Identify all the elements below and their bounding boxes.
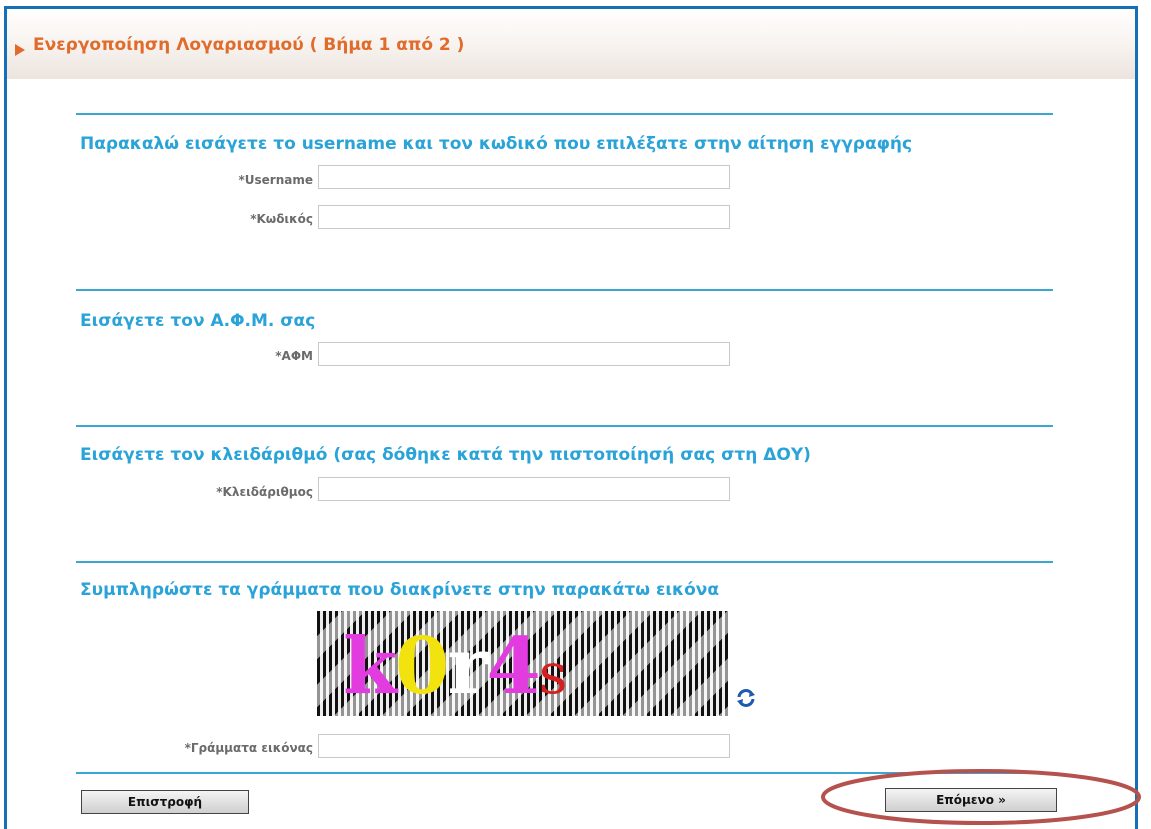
captcha-char: k bbox=[343, 621, 397, 712]
captcha-char: r bbox=[447, 621, 488, 712]
password-label: *Κωδικός bbox=[250, 212, 313, 226]
back-button[interactable]: Επιστροφή bbox=[81, 790, 249, 814]
key-section-title: Εισάγετε τον κλειδάριθμό (σας δόθηκε κατ… bbox=[80, 445, 811, 465]
section-divider bbox=[76, 289, 1053, 291]
play-arrow-icon bbox=[15, 44, 25, 56]
section-divider bbox=[76, 113, 1053, 115]
password-input[interactable] bbox=[318, 205, 730, 229]
page-title: Ενεργοποίηση Λογαριασμού ( Βήμα 1 από 2 … bbox=[33, 35, 465, 55]
key-label: *Κλειδάριθμος bbox=[216, 485, 313, 499]
afm-section-title: Εισάγετε τον Α.Φ.Μ. σας bbox=[80, 311, 316, 331]
section-divider bbox=[76, 425, 1053, 427]
credentials-section-title: Παρακαλώ εισάγετε το username και τον κω… bbox=[80, 134, 913, 154]
captcha-char: s bbox=[538, 642, 568, 707]
username-label: *Username bbox=[238, 173, 313, 187]
captcha-image: k0r4s bbox=[317, 611, 728, 716]
captcha-input-label: *Γράμματα εικόνας bbox=[184, 741, 313, 755]
captcha-text: k0r4s bbox=[343, 621, 568, 712]
username-input[interactable] bbox=[318, 165, 730, 189]
key-input[interactable] bbox=[318, 477, 730, 501]
captcha-char: 0 bbox=[395, 621, 449, 712]
afm-input[interactable] bbox=[318, 342, 730, 366]
captcha-input[interactable] bbox=[318, 734, 730, 758]
section-divider bbox=[76, 561, 1053, 563]
afm-label: *ΑΦΜ bbox=[275, 349, 313, 363]
panel-header: Ενεργοποίηση Λογαριασμού ( Βήμα 1 από 2 … bbox=[7, 9, 1135, 79]
captcha-char: 4 bbox=[486, 621, 540, 712]
highlight-ellipse bbox=[821, 769, 1141, 825]
captcha-section-title: Συμπληρώστε τα γράμματα που διακρίνετε σ… bbox=[80, 580, 720, 600]
refresh-icon[interactable] bbox=[736, 688, 756, 708]
